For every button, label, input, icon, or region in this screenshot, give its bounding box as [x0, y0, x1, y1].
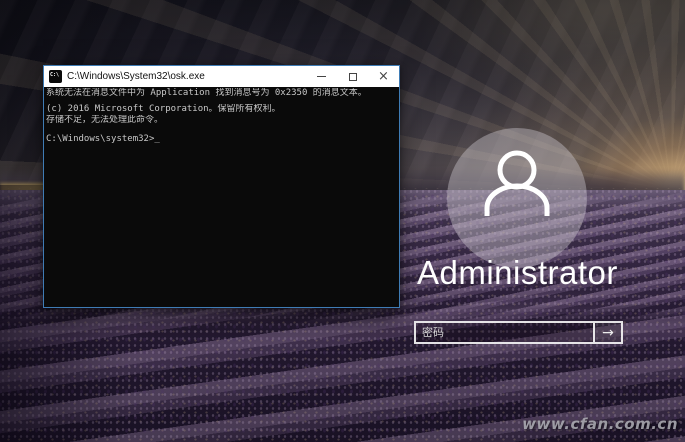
submit-button[interactable]: → — [593, 323, 621, 342]
console-line: (c) 2016 Microsoft Corporation。保留所有权利。 — [46, 104, 281, 114]
window-title: C:\Windows\System32\osk.exe — [67, 71, 205, 82]
user-icon — [484, 150, 550, 216]
maximize-button[interactable] — [337, 66, 368, 87]
console-titlebar[interactable]: C:\ C:\Windows\System32\osk.exe × — [44, 66, 399, 87]
console-icon: C:\ — [49, 70, 62, 83]
console-line: 系统无法在消息文件中为 Application 找到消息号为 0x2350 的消… — [46, 88, 367, 98]
window-controls: × — [306, 66, 399, 87]
arrow-right-icon: → — [602, 324, 614, 341]
console-prompt: C:\Windows\system32> — [46, 134, 155, 144]
console-prompt-line: C:\Windows\system32>_ — [46, 134, 399, 145]
minimize-button[interactable] — [306, 66, 337, 87]
close-icon: × — [378, 69, 389, 84]
maximize-icon — [348, 72, 357, 81]
close-button[interactable]: × — [368, 66, 399, 87]
console-output[interactable]: 系统无法在消息文件中为 Application 找到消息号为 0x2350 的消… — [44, 87, 399, 145]
minimize-icon — [317, 76, 326, 77]
login-screen: Administrator → C:\ C:\Windows\System32\… — [0, 0, 685, 442]
password-box: → — [414, 321, 623, 344]
console-window-osk: C:\ C:\Windows\System32\osk.exe × 系统无法在消… — [43, 65, 400, 308]
username: Administrator — [417, 254, 618, 291]
console-cursor: _ — [154, 134, 160, 144]
console-line: 存储不足，无法处理此命令。 — [46, 115, 164, 125]
password-input[interactable] — [416, 323, 593, 342]
avatar — [447, 128, 587, 268]
